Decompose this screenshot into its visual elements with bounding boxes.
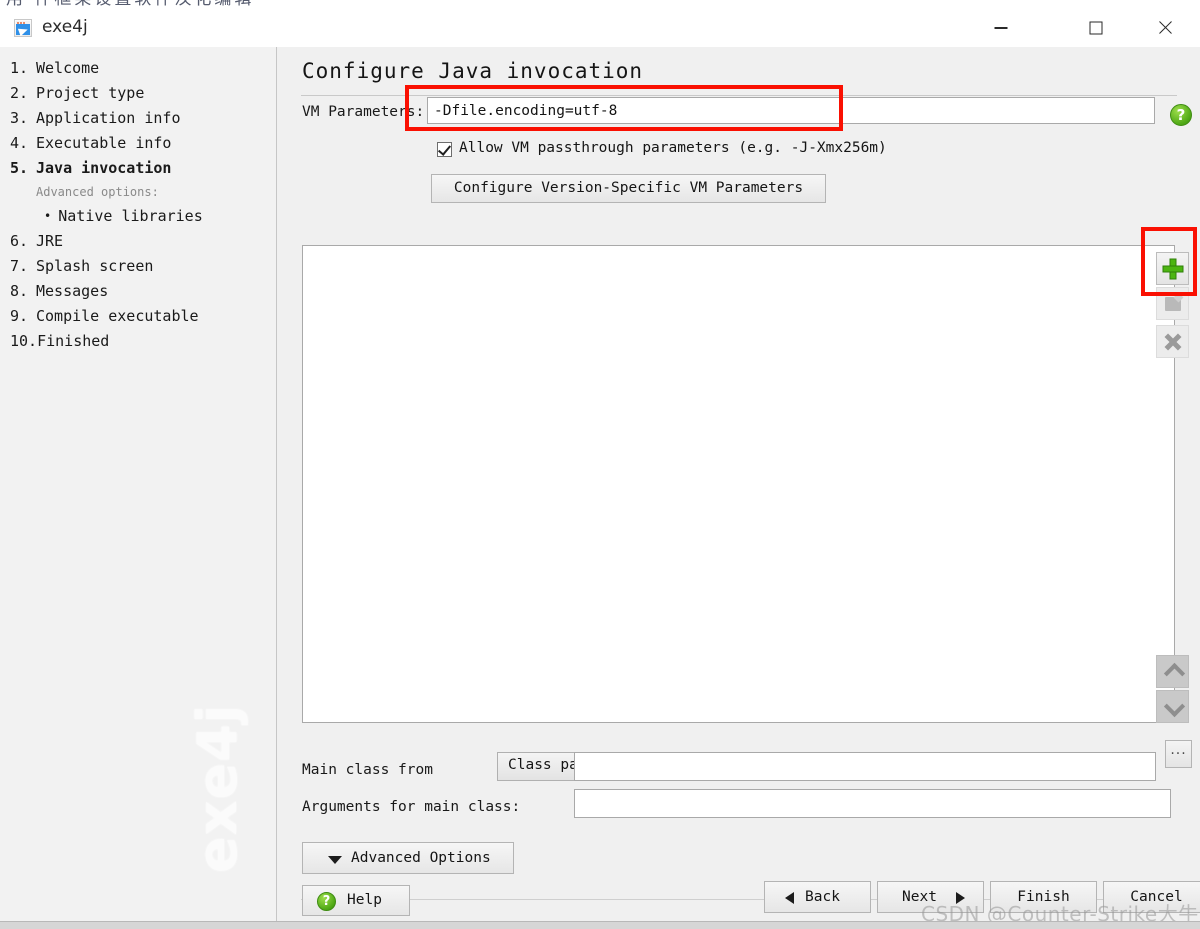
step-number: 3. xyxy=(10,109,29,127)
step-label: Executable info xyxy=(36,134,172,152)
step-label: Java invocation xyxy=(36,159,172,177)
help-icon: ? xyxy=(317,892,336,911)
page-title: Configure Java invocation xyxy=(302,59,644,83)
help-label: Help xyxy=(347,892,382,908)
arrow-left-icon xyxy=(785,892,794,904)
vm-parameters-input[interactable] xyxy=(427,97,1155,124)
checkbox-box xyxy=(437,142,452,157)
main-class-input[interactable] xyxy=(574,752,1156,781)
configure-version-specific-vm-parameters-button[interactable]: Configure Version-Specific VM Parameters xyxy=(431,174,826,203)
step-number: 6. xyxy=(10,232,29,250)
exe4j-wizard-window: 用 件框架设置软件汉化编辑 exe4j 1. Welcome 2. Project t… xyxy=(0,0,1200,929)
sidebar-step-jre[interactable]: 6. JRE xyxy=(8,229,268,254)
browse-main-class-button[interactable]: ... xyxy=(1165,740,1192,768)
title-bar: exe4j xyxy=(0,9,1200,48)
step-number: 8. xyxy=(10,282,29,300)
wizard-steps-sidebar: 1. Welcome 2. Project type 3. Application inf… xyxy=(0,47,277,921)
step-number: 4. xyxy=(10,134,29,152)
main-class-from-label: Main class from xyxy=(302,762,433,778)
vm-parameters-label: VM Parameters: xyxy=(302,104,425,120)
help-question-glyph: ? xyxy=(1176,106,1186,124)
sidebar-step-project-type[interactable]: 2. Project type xyxy=(8,81,268,106)
step-number: 7. xyxy=(10,257,29,275)
wizard-step-list: 1. Welcome 2. Project type 3. Application inf… xyxy=(8,56,268,354)
step-number: 1. xyxy=(10,59,29,77)
title-divider xyxy=(301,95,1177,96)
step-label: Application info xyxy=(36,109,181,127)
sidebar-step-native-libraries[interactable]: Native libraries xyxy=(8,204,268,229)
edit-classpath-button[interactable] xyxy=(1156,287,1189,320)
step-number: 5. xyxy=(10,159,29,177)
add-classpath-button[interactable] xyxy=(1156,252,1189,285)
back-label: Back xyxy=(805,889,840,905)
sidebar-step-advanced-options: Advanced options: xyxy=(8,181,268,204)
sidebar-step-executable-info[interactable]: 4. Executable info xyxy=(8,131,268,156)
step-number: 9. xyxy=(10,307,29,325)
window-bottom-bar xyxy=(0,921,1200,929)
sidebar-step-application-info[interactable]: 3. Application info xyxy=(8,106,268,131)
sidebar-step-splash-screen[interactable]: 7. Splash screen xyxy=(8,254,268,279)
back-button[interactable]: Back xyxy=(764,881,871,913)
step-label: Project type xyxy=(36,84,145,102)
maximize-button[interactable] xyxy=(1073,9,1119,46)
app-icon-arrow xyxy=(17,25,30,37)
delete-x-icon xyxy=(1163,332,1182,351)
browse-ellipsis-label: ... xyxy=(1170,742,1187,758)
step-number: 2. xyxy=(10,84,29,102)
close-icon xyxy=(1157,20,1173,36)
step-number: 10. xyxy=(10,332,38,350)
step-label: Finished xyxy=(37,332,110,350)
vm-parameters-help-icon[interactable]: ? xyxy=(1170,104,1192,126)
chevron-up-icon xyxy=(1166,664,1180,678)
arguments-label: Arguments for main class: xyxy=(302,799,521,815)
advanced-options-label: Advanced Options xyxy=(351,850,491,866)
allow-passthrough-label: Allow VM passthrough parameters (e.g. -J… xyxy=(459,140,887,156)
plus-icon xyxy=(1162,258,1183,279)
move-up-button[interactable] xyxy=(1156,655,1189,688)
classpath-list[interactable] xyxy=(302,245,1175,723)
triangle-down-icon xyxy=(328,856,342,864)
move-down-button[interactable] xyxy=(1156,690,1189,723)
minimize-button[interactable] xyxy=(978,9,1024,46)
chevron-down-icon xyxy=(1166,699,1180,713)
sidebar-step-java-invocation[interactable]: 5. Java invocation xyxy=(8,156,268,181)
sidebar-step-finished[interactable]: 10.Finished xyxy=(8,329,268,354)
help-button[interactable]: ? Help xyxy=(302,885,410,916)
exe4j-app-icon xyxy=(14,19,32,37)
sidebar-step-compile-executable[interactable]: 9. Compile executable xyxy=(8,304,268,329)
sidebar-watermark: exe4j xyxy=(186,703,249,873)
step-label: Native libraries xyxy=(58,207,203,225)
advanced-options-button[interactable]: Advanced Options xyxy=(302,842,514,874)
close-button[interactable] xyxy=(1142,9,1188,46)
step-label: Advanced options: xyxy=(36,185,159,199)
window-title: exe4j xyxy=(42,17,88,37)
background-text: 用 件框架设置软件汉化编辑 xyxy=(6,0,1200,8)
step-label: JRE xyxy=(36,232,64,250)
sidebar-step-messages[interactable]: 8. Messages xyxy=(8,279,268,304)
step-label: Messages xyxy=(36,282,109,300)
step-label: Compile executable xyxy=(36,307,199,325)
step-label: Welcome xyxy=(36,59,100,77)
sidebar-step-welcome[interactable]: 1. Welcome xyxy=(8,56,268,81)
background-text-strip: 用 件框架设置软件汉化编辑 xyxy=(0,0,1200,9)
edit-icon xyxy=(1165,297,1181,311)
help-question-glyph: ? xyxy=(322,894,331,909)
remove-classpath-button[interactable] xyxy=(1156,325,1189,358)
minimize-icon xyxy=(994,26,1008,29)
step-label: Splash screen xyxy=(36,257,154,275)
maximize-icon xyxy=(1089,21,1103,34)
app-icon-body xyxy=(16,24,30,37)
arguments-input[interactable] xyxy=(574,789,1171,818)
check-tick-icon xyxy=(437,142,452,156)
